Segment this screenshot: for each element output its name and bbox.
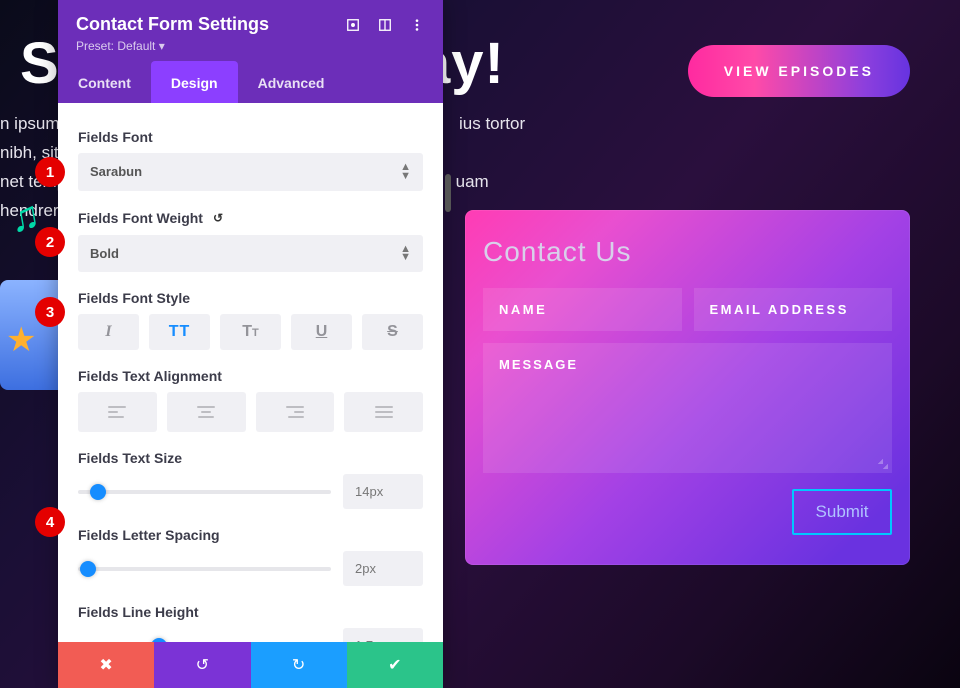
line-height-value[interactable]: 1.7em bbox=[343, 628, 423, 642]
capitalize-toggle[interactable]: TT bbox=[220, 314, 281, 350]
name-field[interactable]: NAME bbox=[483, 288, 682, 331]
marker-4: 4 bbox=[35, 507, 65, 537]
fields-font-label: Fields Font bbox=[78, 129, 423, 145]
align-right-button[interactable] bbox=[256, 392, 335, 432]
fields-text-alignment-label: Fields Text Alignment bbox=[78, 368, 423, 384]
column-icon[interactable] bbox=[377, 17, 393, 33]
close-button[interactable]: ✖ bbox=[58, 642, 154, 688]
contact-form-preview: Contact Us NAME EMAIL ADDRESS MESSAGE Su… bbox=[465, 210, 910, 565]
expand-icon[interactable] bbox=[345, 17, 361, 33]
tab-content[interactable]: Content bbox=[58, 61, 151, 103]
text-size-value[interactable]: 14px bbox=[343, 474, 423, 509]
text-size-slider[interactable] bbox=[78, 490, 331, 494]
fields-line-height-label: Fields Line Height bbox=[78, 604, 423, 620]
fields-font-style-label: Fields Font Style bbox=[78, 290, 423, 306]
fields-font-value: Sarabun bbox=[90, 164, 142, 179]
email-field[interactable]: EMAIL ADDRESS bbox=[694, 288, 893, 331]
marker-3: 3 bbox=[35, 297, 65, 327]
underline-toggle[interactable]: U bbox=[291, 314, 352, 350]
fields-font-weight-value: Bold bbox=[90, 246, 119, 261]
settings-panel: Contact Form Settings Preset: Default ▾ … bbox=[58, 0, 443, 688]
message-field[interactable]: MESSAGE bbox=[483, 343, 892, 473]
align-justify-button[interactable] bbox=[344, 392, 423, 432]
submit-button[interactable]: Submit bbox=[792, 489, 892, 535]
redo-button[interactable]: ↻ bbox=[251, 642, 347, 688]
marker-2: 2 bbox=[35, 227, 65, 257]
more-icon[interactable] bbox=[409, 17, 425, 33]
strikethrough-toggle[interactable]: S bbox=[362, 314, 423, 350]
fields-font-weight-select[interactable]: Bold ▲▼ bbox=[78, 235, 423, 273]
star-icon: ★ bbox=[6, 320, 36, 360]
letter-spacing-slider[interactable] bbox=[78, 567, 331, 571]
panel-scrollbar[interactable] bbox=[445, 174, 451, 212]
tab-design[interactable]: Design bbox=[151, 61, 238, 103]
view-episodes-button[interactable]: VIEW EPISODES bbox=[688, 45, 910, 97]
undo-button[interactable]: ↺ bbox=[154, 642, 250, 688]
fields-font-select[interactable]: Sarabun ▲▼ bbox=[78, 153, 423, 191]
panel-tabs: Content Design Advanced bbox=[58, 61, 443, 103]
fields-font-weight-text: Fields Font Weight bbox=[78, 210, 203, 226]
marker-1: 1 bbox=[35, 157, 65, 187]
uppercase-toggle[interactable]: TT bbox=[149, 314, 210, 350]
confirm-button[interactable]: ✔ bbox=[347, 642, 443, 688]
preset-dropdown[interactable]: Preset: Default ▾ bbox=[76, 39, 165, 53]
reset-icon[interactable]: ↺ bbox=[209, 209, 227, 227]
panel-footer: ✖ ↺ ↻ ✔ bbox=[58, 642, 443, 688]
contact-title: Contact Us bbox=[483, 236, 892, 268]
chevron-updown-icon: ▲▼ bbox=[400, 245, 411, 263]
align-left-button[interactable] bbox=[78, 392, 157, 432]
italic-toggle[interactable]: I bbox=[78, 314, 139, 350]
fields-text-size-label: Fields Text Size bbox=[78, 450, 423, 466]
chevron-updown-icon: ▲▼ bbox=[400, 163, 411, 181]
letter-spacing-value[interactable]: 2px bbox=[343, 551, 423, 586]
panel-header: Contact Form Settings Preset: Default ▾ bbox=[58, 0, 443, 61]
fields-letter-spacing-label: Fields Letter Spacing bbox=[78, 527, 423, 543]
panel-body: Fields Font Sarabun ▲▼ Fields Font Weigh… bbox=[58, 103, 443, 642]
align-center-button[interactable] bbox=[167, 392, 246, 432]
hero-desc-part1: n ipsum bbox=[0, 114, 60, 133]
fields-font-weight-label: Fields Font Weight ↺ bbox=[78, 209, 423, 227]
panel-title: Contact Form Settings bbox=[76, 14, 269, 35]
tab-advanced[interactable]: Advanced bbox=[238, 61, 345, 103]
